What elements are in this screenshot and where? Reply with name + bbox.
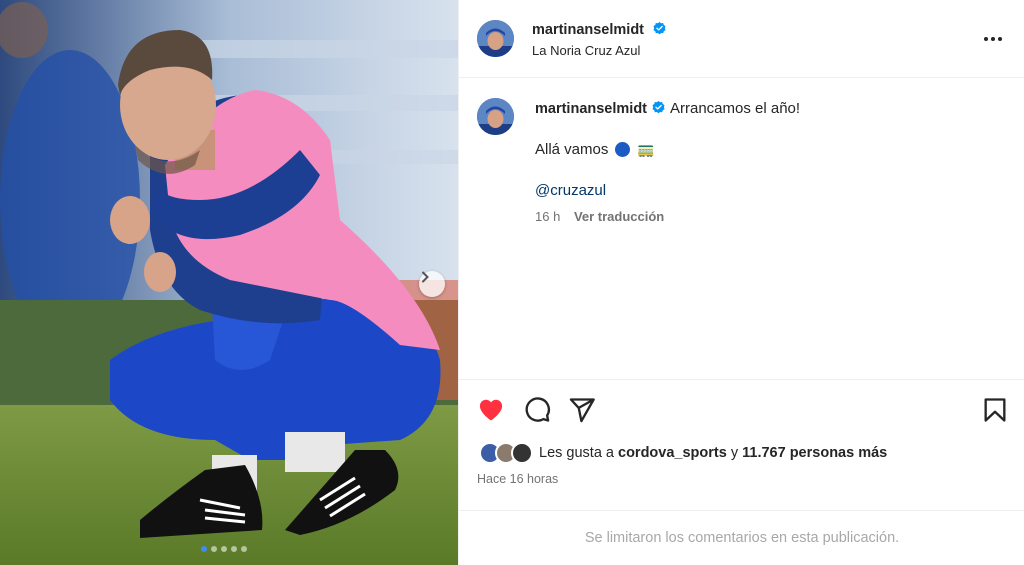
carousel-dot <box>231 546 237 552</box>
username-text[interactable]: martinanselmidt <box>532 22 644 38</box>
caption-meta: 16 h Ver traducción <box>535 209 664 224</box>
comments-disabled-text: Se limitaron los comentarios en esta pub… <box>584 530 900 546</box>
translate-button[interactable]: Ver traducción <box>574 209 664 224</box>
heart-icon[interactable] <box>477 396 505 424</box>
caption-avatar[interactable] <box>477 98 514 135</box>
caption-username[interactable]: martinanselmidt <box>535 101 647 117</box>
carousel-dot <box>211 546 217 552</box>
comments-disabled-notice: Se limitaron los comentarios en esta pub… <box>459 510 1024 565</box>
likes-text: Les gusta a cordova_sports y 11.767 pers… <box>539 445 887 461</box>
post-timestamp[interactable]: Hace 16 horas <box>477 472 558 486</box>
action-bar <box>459 379 1024 439</box>
liker-avatars <box>479 442 533 464</box>
likes-prefix: Les gusta a <box>539 445 614 461</box>
chevron-right-icon <box>422 271 429 283</box>
likes-count-link[interactable]: 11.767 personas más <box>742 445 887 461</box>
carousel-dot <box>241 546 247 552</box>
player-photo <box>0 0 458 565</box>
caption-second-line: Allá vamos 🚃 <box>535 141 655 158</box>
tram-emoji-icon: 🚃 <box>637 141 655 157</box>
avatar[interactable] <box>477 20 514 57</box>
post-photo[interactable] <box>0 0 458 565</box>
username[interactable]: martinanselmidt <box>532 21 667 38</box>
post-details-panel: martinanselmidt La Noria Cruz Azul marti… <box>458 0 1024 565</box>
likes-user-link[interactable]: cordova_sports <box>618 445 727 461</box>
caption-text: Arrancamos el año! <box>670 100 801 117</box>
next-photo-button[interactable] <box>419 271 445 297</box>
carousel-dot <box>201 546 207 552</box>
mention-link[interactable]: @cruzazul <box>535 182 606 199</box>
comment-icon[interactable] <box>523 396 551 424</box>
caption-first-line: martinanselmidt Arrancamos el año! <box>535 100 800 117</box>
bookmark-icon[interactable] <box>981 396 1009 424</box>
blue-circle-emoji-icon <box>615 142 631 157</box>
share-icon[interactable] <box>568 396 596 424</box>
more-options-icon[interactable] <box>982 30 1004 48</box>
likes-middle: y <box>730 445 739 461</box>
time-short: 16 h <box>535 209 561 224</box>
location-link[interactable]: La Noria Cruz Azul <box>532 43 640 58</box>
avatar-image <box>477 98 514 135</box>
verified-badge-icon <box>652 100 665 114</box>
post-header: martinanselmidt La Noria Cruz Azul <box>459 0 1024 78</box>
carousel-indicator <box>201 546 247 552</box>
avatar-image <box>477 20 514 57</box>
caption-line2-text: Allá vamos <box>535 141 609 158</box>
verified-badge-icon <box>653 21 666 35</box>
carousel-dot <box>221 546 227 552</box>
likes-summary: Les gusta a cordova_sports y 11.767 pers… <box>479 442 887 464</box>
liker-avatar[interactable] <box>511 442 533 464</box>
